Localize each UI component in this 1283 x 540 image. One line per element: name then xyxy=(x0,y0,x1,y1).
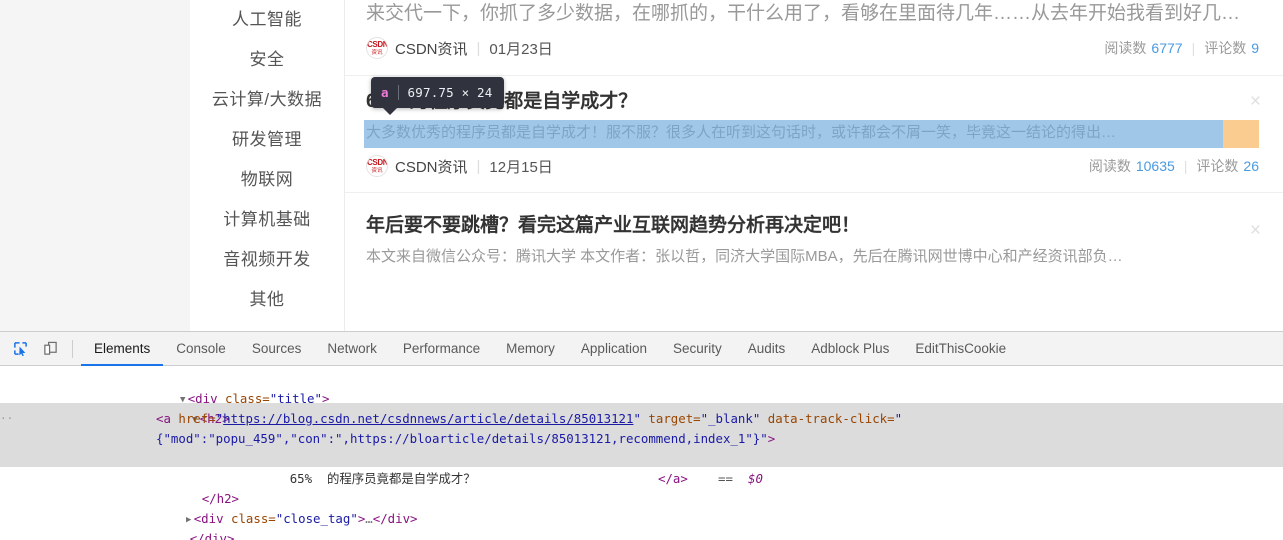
comment-count-value: 26 xyxy=(1243,158,1259,174)
meta-separator: | xyxy=(476,39,481,57)
stats-separator: | xyxy=(1183,158,1188,174)
close-icon[interactable]: × xyxy=(1250,92,1261,111)
attr-name-href: href= xyxy=(178,411,216,426)
article-title[interactable]: 来交代一下，你抓了多少数据，在哪抓的，干什么用了，看够在里面待几年……从去年开始… xyxy=(366,0,1259,27)
tab-security[interactable]: Security xyxy=(660,332,735,366)
read-count-value: 10635 xyxy=(1135,158,1175,174)
dom-node-h2[interactable]: ▼ <h2> xyxy=(0,389,1283,426)
inspect-element-icon[interactable] xyxy=(6,336,34,362)
attr-value-target: "_blank" xyxy=(700,411,761,426)
article-author[interactable]: CSDN资讯 xyxy=(395,38,468,59)
dom-node-div-title[interactable]: ▼ <div class="title"> xyxy=(0,369,1283,406)
inspector-tooltip-tag: a xyxy=(381,85,389,100)
dom-tree: ▼ <div class="title"> ▼ <h2> ·· <a href= "ht… xyxy=(0,366,1283,540)
inspector-tooltip-dimensions: 697.75 × 24 xyxy=(407,85,493,100)
article-summary: 本文来自微信公众号：腾讯大学 本文作者：张以哲，同济大学国际MBA，先后在腾讯网… xyxy=(366,248,1123,265)
article-summary: 大多数优秀的程序员都是自学成才！服不服？很多人在听到这句话时，或许都会不屑一笑，… xyxy=(366,124,1117,141)
tag-end: > xyxy=(767,431,776,446)
article-stats: 阅读数 10635 | 评论数 26 xyxy=(1089,156,1259,176)
avatar-brand: CSDN xyxy=(367,158,388,167)
devtools-toolbar xyxy=(0,336,81,362)
avatar-subtitle: 资讯 xyxy=(371,168,383,174)
page-left-margin xyxy=(0,0,190,331)
avatar: CSDN 资讯 xyxy=(366,37,388,59)
avatar-subtitle: 资讯 xyxy=(371,50,383,56)
dom-node-anchor-selected[interactable]: ·· <a href= "https://blog.csdn.net/csdnnew… xyxy=(0,409,1283,449)
dom-node-h2-close[interactable]: </h2> xyxy=(0,469,1283,506)
attr-value-href[interactable]: https://blog.csdn.net/csdnnews/article/d… xyxy=(223,411,633,426)
devtools-tab-list: Elements Console Sources Network Perform… xyxy=(81,332,1019,366)
tab-memory[interactable]: Memory xyxy=(493,332,568,366)
article-feed: 来交代一下，你抓了多少数据，在哪抓的，干什么用了，看够在里面待几年……从去年开始… xyxy=(345,0,1283,331)
devtools-tabbar: Elements Console Sources Network Perform… xyxy=(0,332,1283,366)
tab-performance[interactable]: Performance xyxy=(390,332,493,366)
sidebar-item-av-development[interactable]: 音视频开发 xyxy=(190,240,344,280)
sidebar-item-computer-basics[interactable]: 计算机基础 xyxy=(190,200,344,240)
tab-application[interactable]: Application xyxy=(568,332,660,366)
dom-node-div-summary[interactable]: ▶<div class="summary oneline">…</div> xyxy=(0,529,1283,540)
tab-adblock-plus[interactable]: Adblock Plus xyxy=(798,332,902,366)
sidebar-item-security[interactable]: 安全 xyxy=(190,40,344,80)
article-title[interactable]: 年后要不要跳槽？看完这篇产业互联网趋势分析再决定吧！ xyxy=(366,213,1259,239)
tab-console[interactable]: Console xyxy=(163,332,239,366)
stats-separator: | xyxy=(1191,40,1196,56)
toolbar-divider xyxy=(72,339,73,358)
sidebar-item-iot[interactable]: 物联网 xyxy=(190,160,344,200)
read-count-value: 6777 xyxy=(1151,40,1183,56)
sidebar-item-cloud-bigdata[interactable]: 云计算/大数据 xyxy=(190,80,344,120)
tab-network[interactable]: Network xyxy=(314,332,390,366)
article-card: 年后要不要跳槽？看完这篇产业互联网趋势分析再决定吧！ 本文来自微信公众号：腾讯大… xyxy=(345,193,1283,269)
web-page: 人工智能 安全 云计算/大数据 研发管理 物联网 计算机基础 音视频开发 其他 … xyxy=(0,0,1283,331)
category-sidebar: 人工智能 安全 云计算/大数据 研发管理 物联网 计算机基础 音视频开发 其他 xyxy=(190,0,345,331)
article-meta: CSDN 资讯 CSDN资讯 | 12月15日 阅读数 10635 | 评论数 … xyxy=(366,153,1259,179)
tab-sources[interactable]: Sources xyxy=(239,332,315,366)
attr-value-track-part2: article/details/85013121,recommend,index… xyxy=(432,431,768,446)
meta-separator: | xyxy=(476,157,481,175)
tab-elements[interactable]: Elements xyxy=(81,332,164,366)
article-stats: 阅读数 6777 | 评论数 9 xyxy=(1104,38,1259,58)
article-date: 12月15日 xyxy=(489,158,553,176)
tag-open: <a xyxy=(156,411,179,426)
inspector-tooltip: a 697.75 × 24 xyxy=(371,77,504,115)
attr-name-track: data-track-click= xyxy=(760,411,895,426)
selected-node-marker: ·· xyxy=(0,412,14,425)
dom-node-text[interactable]: 65% 的程序员竟都是自学成才？ </a> == $0 xyxy=(0,449,1283,486)
sidebar-item-other[interactable]: 其他 xyxy=(190,280,344,320)
devtools-panel: Elements Console Sources Network Perform… xyxy=(0,331,1283,540)
article-meta: CSDN 资讯 CSDN资讯 | 01月23日 阅读数 6777 | 评论数 9 xyxy=(366,35,1259,61)
comment-count-value: 9 xyxy=(1251,40,1259,56)
article-author[interactable]: CSDN资讯 xyxy=(395,156,468,177)
dom-node-div-close-tag[interactable]: ▶ <div class="close_tag">…</div> xyxy=(0,489,1283,526)
dom-node-div-title-close[interactable]: </div> xyxy=(0,509,1283,540)
read-count-label: 阅读数 xyxy=(1088,158,1131,174)
comment-count-label: 评论数 xyxy=(1204,40,1247,56)
avatar-brand: CSDN xyxy=(367,40,388,49)
quote-close: " xyxy=(633,411,641,426)
avatar: CSDN 资讯 xyxy=(366,155,388,177)
inspector-tooltip-divider xyxy=(397,85,399,100)
sidebar-item-rd-management[interactable]: 研发管理 xyxy=(190,120,344,160)
article-date: 01月23日 xyxy=(489,40,553,58)
tab-editthiscookie[interactable]: EditThisCookie xyxy=(902,332,1019,366)
tab-audits[interactable]: Audits xyxy=(735,332,799,366)
comment-count-label: 评论数 xyxy=(1196,158,1239,174)
sidebar-item-ai[interactable]: 人工智能 xyxy=(190,0,344,40)
screen: 人工智能 安全 云计算/大数据 研发管理 物联网 计算机基础 音视频开发 其他 … xyxy=(0,0,1283,540)
read-count-label: 阅读数 xyxy=(1104,40,1147,56)
article-card: 来交代一下，你抓了多少数据，在哪抓的，干什么用了，看够在里面待几年……从去年开始… xyxy=(345,0,1283,75)
attr-name-target: target= xyxy=(640,411,701,426)
inspector-tooltip-arrow xyxy=(382,107,398,115)
device-toolbar-icon[interactable] xyxy=(36,336,64,362)
close-icon[interactable]: × xyxy=(1250,221,1261,240)
